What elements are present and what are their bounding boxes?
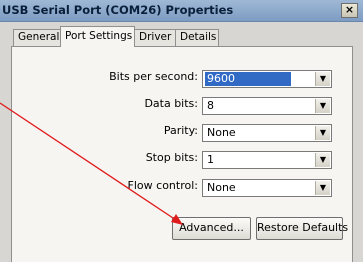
stop-bits-label: Stop bits: [145,151,198,164]
tab-label: Driver [139,31,172,43]
data-bits-label: Data bits: [144,97,198,110]
flow-control-value: None [207,181,236,194]
parity-value: None [207,126,236,139]
window-title: USB Serial Port (COM26) Properties [2,3,234,17]
parity-label: Parity: [163,124,198,137]
tab-general[interactable]: General [13,29,62,46]
tab-label: Port Settings [65,30,133,42]
restore-defaults-button[interactable]: Restore Defaults [256,217,348,240]
bits-per-second-select[interactable]: 9600 ▼ [202,70,332,88]
stop-bits-value: 1 [207,153,214,166]
tab-label: Details [180,31,217,43]
bits-per-second-label: Bits per second: [109,70,198,83]
data-bits-value: 8 [207,99,214,112]
chevron-down-icon[interactable]: ▼ [315,99,330,113]
bits-per-second-value: 9600 [205,72,291,86]
advanced-button[interactable]: Advanced... [172,217,251,240]
chevron-down-icon[interactable]: ▼ [315,126,330,140]
chevron-down-icon[interactable]: ▼ [315,153,330,167]
tab-details[interactable]: Details [175,29,219,46]
data-bits-select[interactable]: 8 ▼ [202,97,332,115]
chevron-down-icon[interactable]: ▼ [315,181,330,195]
parity-select[interactable]: None ▼ [202,124,332,142]
flow-control-label: Flow control: [127,179,198,192]
stop-bits-select[interactable]: 1 ▼ [202,151,332,169]
tab-driver[interactable]: Driver [134,29,176,46]
close-icon: × [344,3,355,16]
chevron-down-icon[interactable]: ▼ [315,72,330,86]
title-bar: USB Serial Port (COM26) Properties × [0,0,363,22]
tab-label: General [18,31,60,43]
tab-port-settings[interactable]: Port Settings [60,26,135,47]
flow-control-select[interactable]: None ▼ [202,179,332,197]
close-button[interactable]: × [341,3,358,18]
